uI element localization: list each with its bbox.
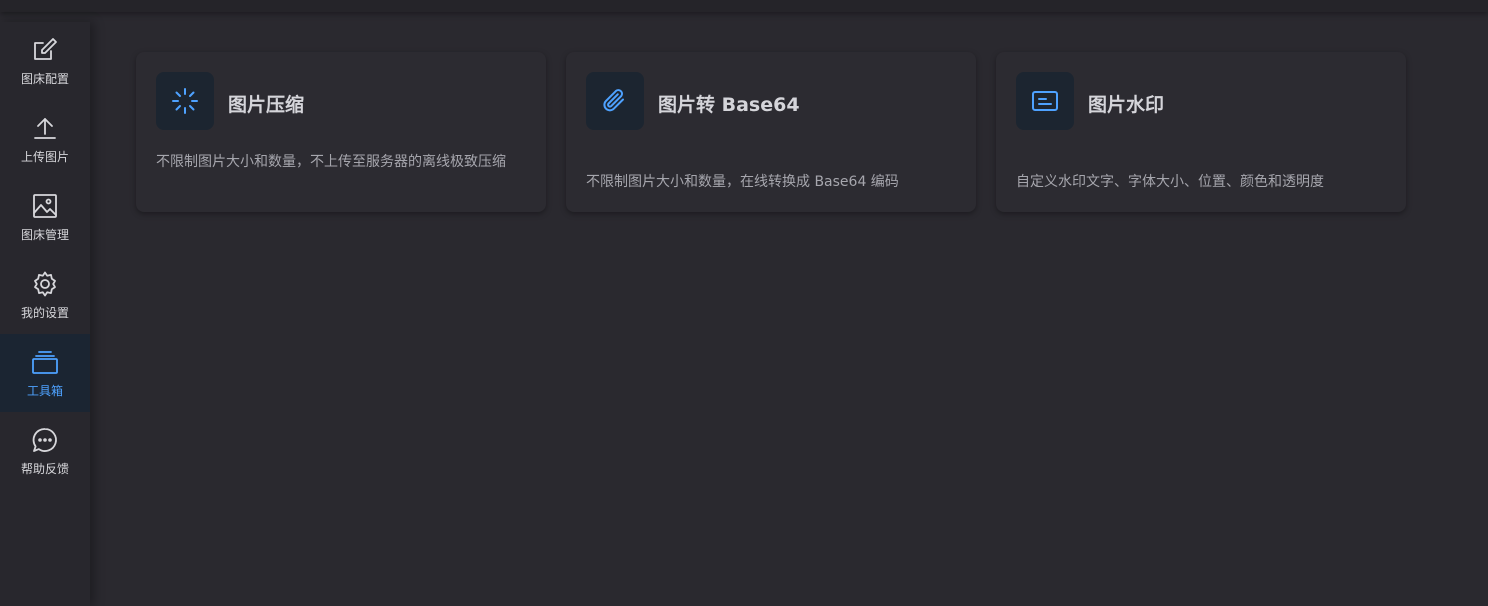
sidebar-item-image-host-config[interactable]: 图床配置 (0, 22, 90, 100)
sidebar-item-label: 图床管理 (20, 228, 69, 242)
edit-icon (31, 36, 59, 64)
sidebar-item-image-host-management[interactable]: 图床管理 (0, 178, 90, 256)
top-bar (0, 0, 1488, 12)
upload-icon (31, 114, 59, 142)
sidebar-item-toolbox[interactable]: 工具箱 (0, 334, 90, 412)
sidebar-item-help-feedback[interactable]: 帮助反馈 (0, 412, 90, 490)
sidebar-item-upload-image[interactable]: 上传图片 (0, 100, 90, 178)
sidebar-item-my-settings[interactable]: 我的设置 (0, 256, 90, 334)
tool-card-title: 图片转 Base64 (658, 94, 800, 116)
sidebar-item-label: 上传图片 (20, 150, 69, 164)
chat-icon (31, 426, 59, 454)
image-icon (31, 192, 59, 220)
sidebar: 图床配置 上传图片 图床管理 我的设置 工具箱 帮助反馈 (0, 22, 90, 606)
toolbox-content: 图片压缩 不限制图片大小和数量，不上传至服务器的离线极致压缩 图片转 Base6… (104, 22, 1488, 606)
tool-card-description: 自定义水印文字、字体大小、位置、颜色和透明度 (1016, 174, 1324, 190)
tool-card-image-to-base64[interactable]: 图片转 Base64 不限制图片大小和数量，在线转换成 Base64 编码 (566, 52, 976, 212)
tool-card-title: 图片水印 (1088, 94, 1165, 116)
paperclip-icon (586, 72, 644, 130)
sidebar-item-label: 帮助反馈 (20, 462, 69, 476)
gear-icon (31, 270, 59, 298)
toolbox-icon (31, 348, 59, 376)
sidebar-item-label: 图床配置 (20, 72, 69, 86)
tool-card-title: 图片压缩 (228, 94, 305, 116)
watermark-card-icon (1016, 72, 1074, 130)
loading-spinner-icon (156, 72, 214, 130)
tool-card-description: 不限制图片大小和数量，在线转换成 Base64 编码 (586, 174, 899, 190)
sidebar-item-label: 我的设置 (20, 306, 69, 320)
tool-card-image-compress[interactable]: 图片压缩 不限制图片大小和数量，不上传至服务器的离线极致压缩 (136, 52, 546, 212)
tool-card-image-watermark[interactable]: 图片水印 自定义水印文字、字体大小、位置、颜色和透明度 (996, 52, 1406, 212)
sidebar-item-label: 工具箱 (26, 384, 63, 398)
tool-card-description: 不限制图片大小和数量，不上传至服务器的离线极致压缩 (156, 154, 506, 170)
